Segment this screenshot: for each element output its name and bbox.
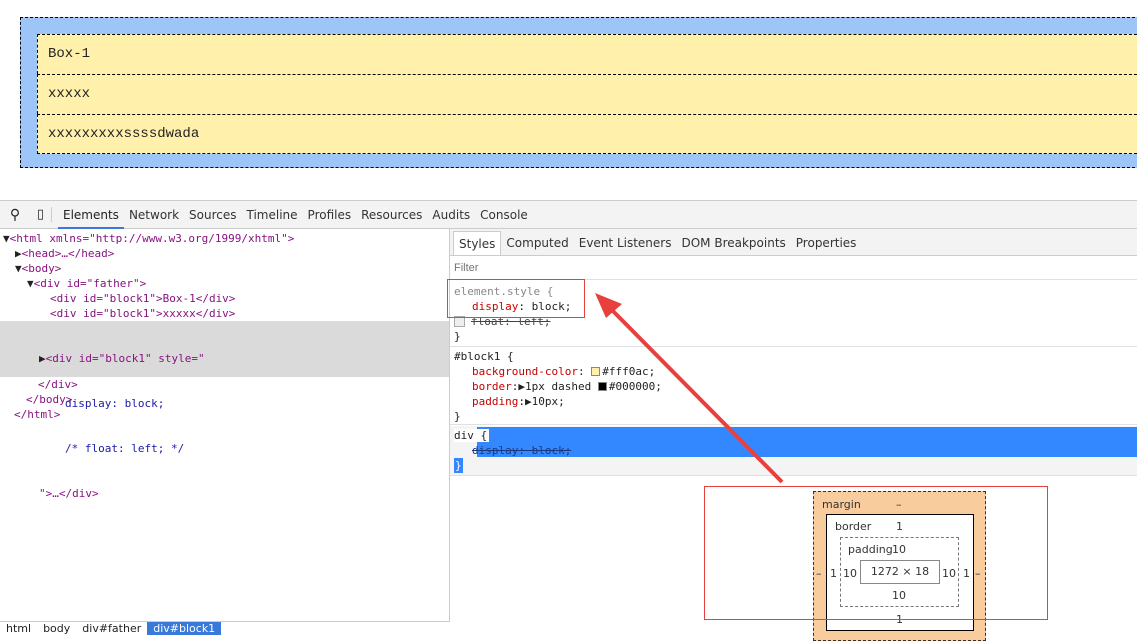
annotation-arrow: [595, 293, 784, 484]
